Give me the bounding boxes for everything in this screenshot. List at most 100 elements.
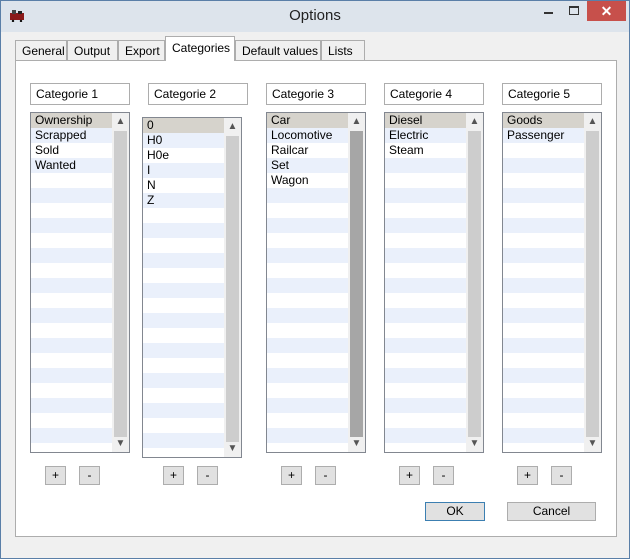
empty-list-row[interactable]	[31, 218, 112, 233]
empty-list-row[interactable]	[385, 398, 466, 413]
empty-list-row[interactable]	[31, 263, 112, 278]
categorie-2-remove-button[interactable]: -	[197, 466, 218, 485]
tab-export[interactable]: Export	[118, 40, 165, 61]
list-item[interactable]: Goods	[503, 113, 584, 128]
empty-list-row[interactable]	[31, 203, 112, 218]
empty-list-row[interactable]	[503, 338, 584, 353]
list-item[interactable]: I	[143, 163, 224, 178]
categorie-1-add-button[interactable]: +	[45, 466, 66, 485]
empty-list-row[interactable]	[503, 263, 584, 278]
empty-list-row[interactable]	[503, 173, 584, 188]
empty-list-row[interactable]	[385, 308, 466, 323]
empty-list-row[interactable]	[143, 328, 224, 343]
categorie-4-header[interactable]: Categorie 4	[384, 83, 484, 105]
empty-list-row[interactable]	[267, 368, 348, 383]
list-item[interactable]: Railcar	[267, 143, 348, 158]
categorie-2-header[interactable]: Categorie 2	[148, 83, 248, 105]
empty-list-row[interactable]	[31, 428, 112, 443]
empty-list-row[interactable]	[267, 413, 348, 428]
empty-list-row[interactable]	[503, 248, 584, 263]
categorie-3-list[interactable]: Car Locomotive Railcar Set Wagon ▲ ▼	[266, 112, 366, 453]
empty-list-row[interactable]	[31, 368, 112, 383]
empty-list-row[interactable]	[267, 203, 348, 218]
empty-list-row[interactable]	[143, 418, 224, 433]
list-item[interactable]: Steam	[385, 143, 466, 158]
ok-button[interactable]: OK	[425, 502, 485, 521]
empty-list-row[interactable]	[267, 338, 348, 353]
scroll-down-icon[interactable]: ▼	[466, 435, 483, 452]
list-item[interactable]: Ownership	[31, 113, 112, 128]
list-item[interactable]: Wagon	[267, 173, 348, 188]
tab-categories[interactable]: Categories	[165, 36, 235, 61]
list-item[interactable]: H0e	[143, 148, 224, 163]
categorie-4-list[interactable]: Diesel Electric Steam ▲ ▼	[384, 112, 484, 453]
list-scrollbar[interactable]: ▲ ▼	[466, 113, 483, 452]
categorie-4-remove-button[interactable]: -	[433, 466, 454, 485]
list-item[interactable]: Set	[267, 158, 348, 173]
empty-list-row[interactable]	[267, 398, 348, 413]
empty-list-row[interactable]	[385, 368, 466, 383]
empty-list-row[interactable]	[385, 248, 466, 263]
empty-list-row[interactable]	[143, 223, 224, 238]
empty-list-row[interactable]	[143, 283, 224, 298]
empty-list-row[interactable]	[267, 308, 348, 323]
empty-list-row[interactable]	[503, 323, 584, 338]
empty-list-row[interactable]	[143, 433, 224, 448]
empty-list-row[interactable]	[31, 173, 112, 188]
empty-list-row[interactable]	[503, 218, 584, 233]
empty-list-row[interactable]	[385, 173, 466, 188]
list-item[interactable]: Z	[143, 193, 224, 208]
empty-list-row[interactable]	[385, 413, 466, 428]
scroll-down-icon[interactable]: ▼	[224, 440, 241, 457]
scroll-up-icon[interactable]: ▲	[348, 113, 365, 130]
maximize-button[interactable]	[561, 1, 587, 21]
empty-list-row[interactable]	[385, 233, 466, 248]
empty-list-row[interactable]	[385, 263, 466, 278]
empty-list-row[interactable]	[31, 398, 112, 413]
empty-list-row[interactable]	[385, 338, 466, 353]
tab-output[interactable]: Output	[67, 40, 118, 61]
categorie-5-add-button[interactable]: +	[517, 466, 538, 485]
close-button[interactable]: ✕	[587, 1, 626, 21]
categorie-1-list[interactable]: Ownership Scrapped Sold Wanted ▲ ▼	[30, 112, 130, 453]
empty-list-row[interactable]	[503, 278, 584, 293]
empty-list-row[interactable]	[267, 263, 348, 278]
tab-default-values[interactable]: Default values	[235, 40, 321, 61]
empty-list-row[interactable]	[385, 203, 466, 218]
empty-list-row[interactable]	[503, 383, 584, 398]
empty-list-row[interactable]	[503, 353, 584, 368]
empty-list-row[interactable]	[143, 208, 224, 223]
empty-list-row[interactable]	[503, 308, 584, 323]
scroll-thumb[interactable]	[468, 131, 481, 437]
categorie-2-add-button[interactable]: +	[163, 466, 184, 485]
scroll-down-icon[interactable]: ▼	[112, 435, 129, 452]
empty-list-row[interactable]	[143, 373, 224, 388]
cancel-button[interactable]: Cancel	[507, 502, 596, 521]
categorie-4-add-button[interactable]: +	[399, 466, 420, 485]
empty-list-row[interactable]	[31, 413, 112, 428]
list-item[interactable]: Passenger	[503, 128, 584, 143]
empty-list-row[interactable]	[267, 278, 348, 293]
list-item[interactable]: Diesel	[385, 113, 466, 128]
scroll-down-icon[interactable]: ▼	[584, 435, 601, 452]
list-item[interactable]: Sold	[31, 143, 112, 158]
empty-list-row[interactable]	[503, 428, 584, 443]
categorie-2-list[interactable]: 0 H0 H0e I N Z ▲ ▼	[142, 117, 242, 458]
empty-list-row[interactable]	[503, 233, 584, 248]
empty-list-row[interactable]	[31, 278, 112, 293]
categorie-3-header[interactable]: Categorie 3	[266, 83, 366, 105]
empty-list-row[interactable]	[31, 383, 112, 398]
scroll-up-icon[interactable]: ▲	[466, 113, 483, 130]
empty-list-row[interactable]	[31, 308, 112, 323]
empty-list-row[interactable]	[267, 353, 348, 368]
scroll-thumb[interactable]	[114, 131, 127, 437]
empty-list-row[interactable]	[31, 233, 112, 248]
empty-list-row[interactable]	[143, 253, 224, 268]
tab-lists[interactable]: Lists	[321, 40, 365, 61]
empty-list-row[interactable]	[385, 353, 466, 368]
empty-list-row[interactable]	[267, 218, 348, 233]
list-item[interactable]: Locomotive	[267, 128, 348, 143]
empty-list-row[interactable]	[31, 323, 112, 338]
scroll-thumb[interactable]	[586, 131, 599, 437]
empty-list-row[interactable]	[385, 383, 466, 398]
